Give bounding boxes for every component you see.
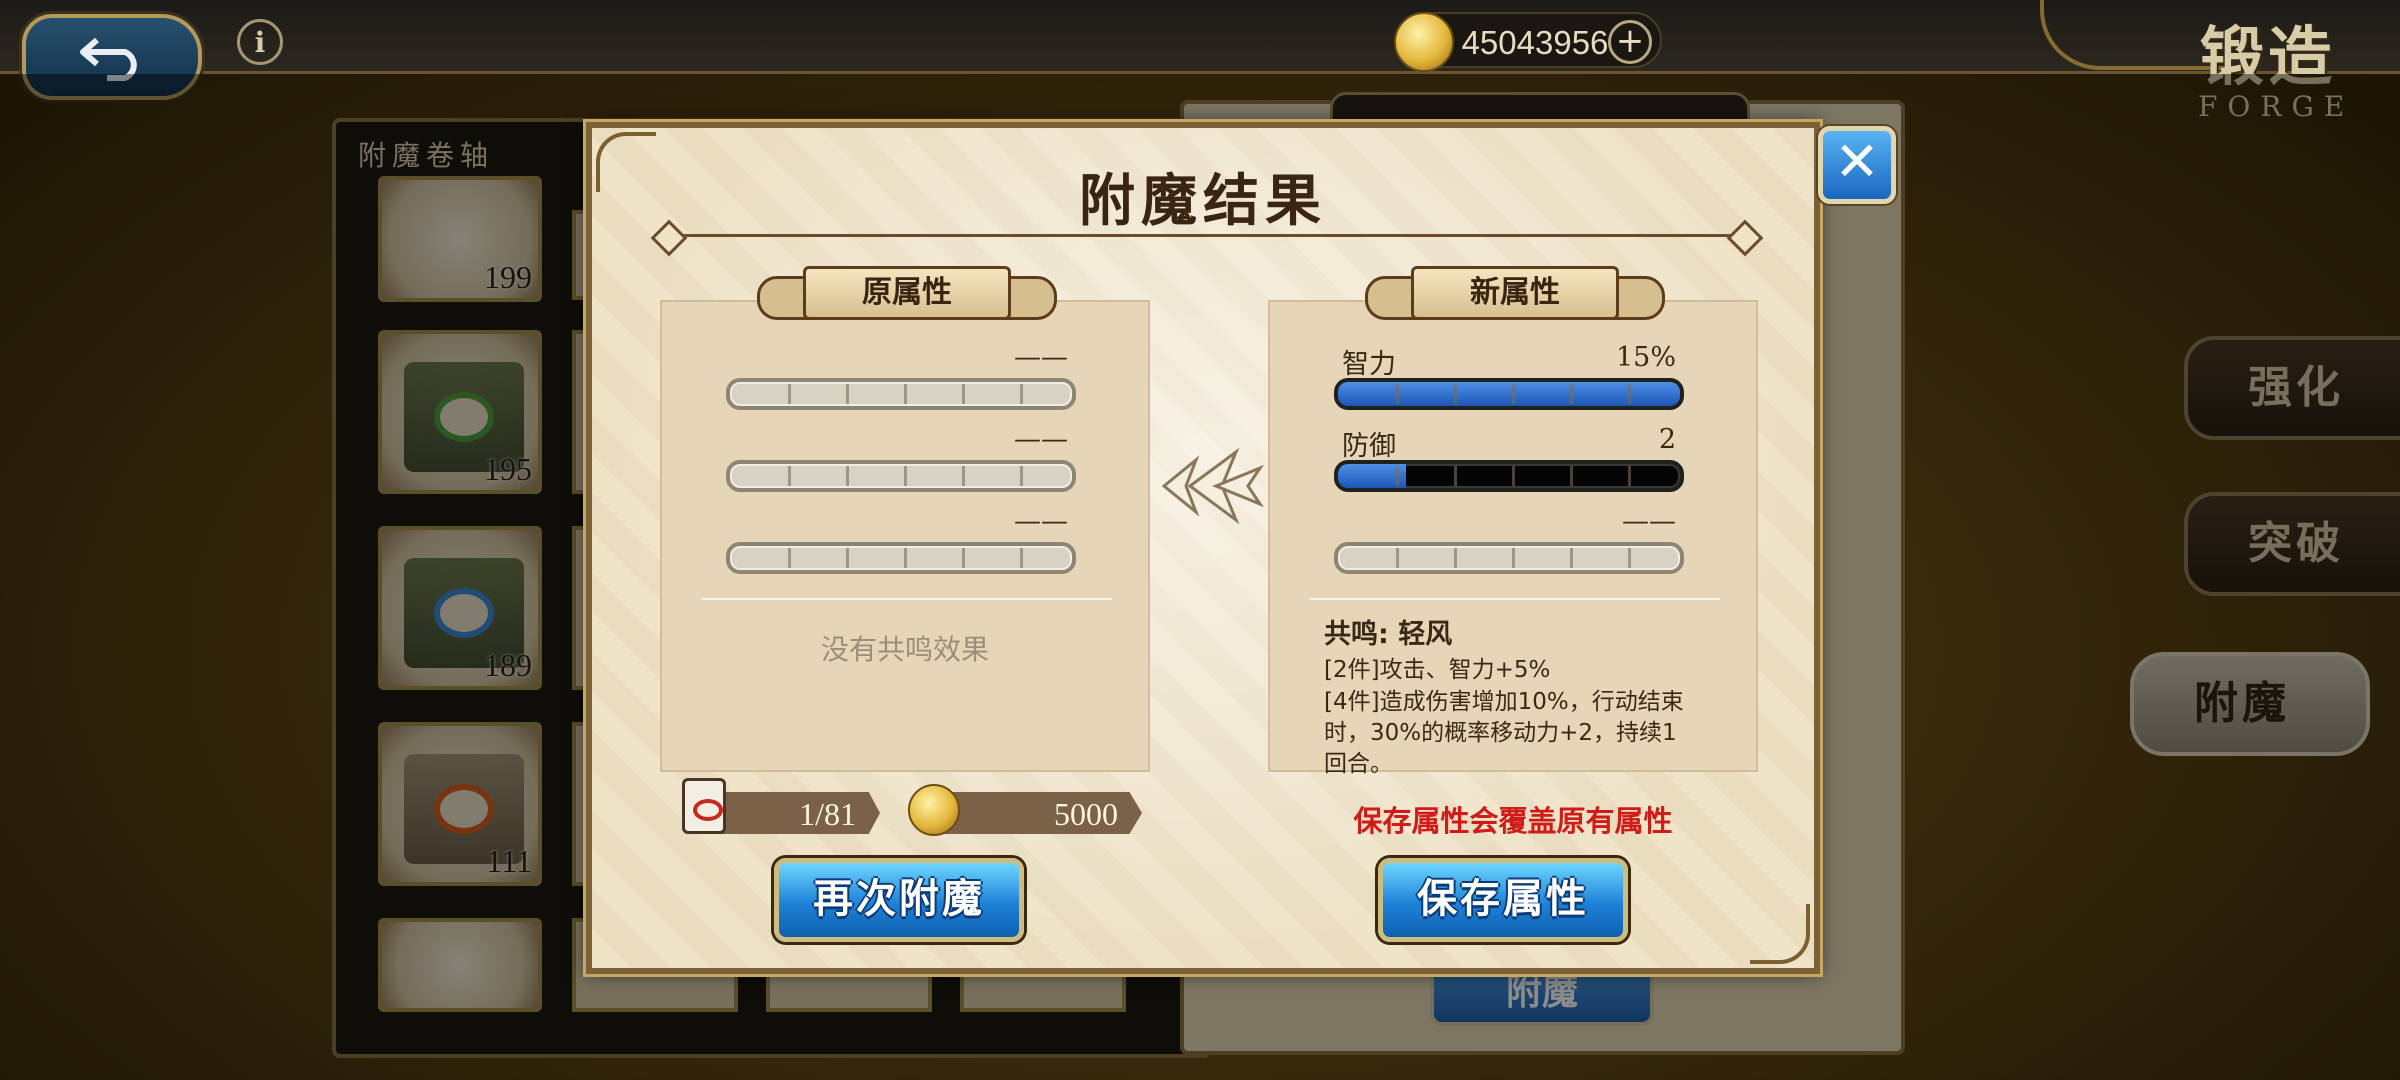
gold-amount: 45043956 [1461,24,1609,61]
bar-segment-mark [1454,384,1457,404]
no-resonance-text: 没有共鸣效果 [820,633,989,666]
bar-segment-mark [1628,384,1631,404]
stat-name: 智力 [1342,349,1396,380]
bar-segment-mark [1396,384,1399,404]
arrow-right-icon [1161,447,1264,525]
old-stat-row: —— [726,424,1076,494]
add-gold-button[interactable]: + [1608,20,1652,64]
bar-segment-mark [962,548,965,568]
stat-bar [1334,460,1684,492]
bar-segment-mark [1454,466,1457,486]
old-attributes-panel: 原属性 —— —— —— 没有共鸣效果 [660,266,1150,772]
panel-divider [702,598,1112,600]
panel-divider [1310,598,1720,600]
bar-segment-mark [788,466,791,486]
title-divider [662,234,1752,237]
stat-bar [1334,378,1684,410]
old-stat-row: —— [726,506,1076,576]
stat-value: —— [1014,506,1068,537]
reenchant-button[interactable]: 再次附魔 [774,858,1024,942]
stat-value: 15% [1615,342,1676,373]
bar-segment-mark [904,384,907,404]
gold-coin-icon [1394,12,1454,72]
resonance-line: 时，30%的概率移动力+2，持续1 [1324,720,1677,746]
bar-segment-mark [1570,548,1573,568]
new-attributes-ribbon: 新属性 [1365,266,1665,324]
bar-segment-mark [1020,466,1023,486]
stat-name: 防御 [1342,431,1396,462]
gold-cost: 5000 [932,792,1142,834]
bar-segment-mark [846,466,849,486]
resonance-line: [4件]造成伤害增加10%，行动结束 [1324,689,1684,715]
bar-segment-mark [1396,466,1399,486]
info-icon[interactable]: i [237,19,283,65]
stat-bar [726,460,1076,492]
new-attributes-panel: 新属性 智力 15% 防御 2 —— 共鸣: 轻风 [2件]攻击、智力+5% [ [1268,266,1758,777]
old-attributes-ribbon: 原属性 [757,266,1057,324]
new-attributes-label: 新属性 [1411,266,1619,320]
gold-currency: 45043956 + [1394,12,1662,72]
stat-value: —— [1014,424,1068,455]
stat-value: —— [1014,342,1068,373]
new-stat-row: 智力 15% [1334,342,1684,412]
bar-segment-mark [1512,548,1515,568]
new-stat-row: 防御 2 [1334,424,1684,494]
resonance-line: 回合。 [1324,751,1393,777]
bar-segment-mark [788,384,791,404]
bar-segment-mark [1628,466,1631,486]
resonance-title: 共鸣: 轻风 [1324,619,1453,650]
old-stat-row: —— [726,342,1076,412]
save-attributes-button[interactable]: 保存属性 [1378,858,1628,942]
bar-segment-mark [1570,466,1573,486]
bar-segment-mark [788,548,791,568]
bar-segment-mark [904,548,907,568]
gold-cost-value: 5000 [1054,796,1118,832]
bar-segment-mark [1020,548,1023,568]
bar-segment-mark [846,384,849,404]
bar-segment-mark [1020,384,1023,404]
bar-segment-mark [1628,548,1631,568]
bar-segment-mark [1570,384,1573,404]
gold-coin-icon [908,784,960,836]
bar-segment-mark [962,466,965,486]
bar-segment-mark [1512,384,1515,404]
bar-segment-mark [962,384,965,404]
corner-ornament [1750,904,1810,964]
stat-value: 2 [1658,424,1676,455]
scroll-icon [682,778,726,834]
stat-value: —— [1622,506,1676,537]
dialog-title: 附魔结果 [1079,168,1327,234]
resonance-line: [2件]攻击、智力+5% [1324,657,1551,683]
bar-segment-mark [1396,548,1399,568]
enchant-result-dialog: 附魔结果 原属性 —— —— —— 没有共鸣效果 新属性 智力 15% 防御 2… [586,122,1820,974]
stat-bar [726,542,1076,574]
bar-segment-mark [846,548,849,568]
close-button[interactable]: ✕ [1818,126,1896,204]
bar-segment-mark [1454,548,1457,568]
new-stat-row: —— [1334,506,1684,576]
stat-bar [726,378,1076,410]
stat-bar [1334,542,1684,574]
scroll-cost-value: 1/81 [799,796,856,832]
overwrite-warning: 保存属性会覆盖原有属性 [1353,804,1673,838]
bar-segment-mark [904,466,907,486]
old-attributes-label: 原属性 [803,266,1011,320]
bar-segment-mark [1512,466,1515,486]
